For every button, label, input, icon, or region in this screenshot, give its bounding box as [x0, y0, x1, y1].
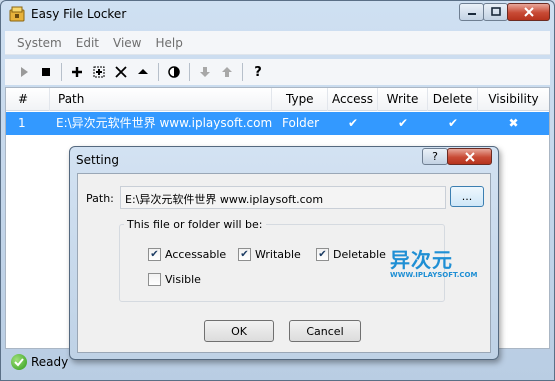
col-header-type[interactable]: Type — [272, 88, 328, 111]
checkbox-label: Writable — [255, 248, 301, 261]
cancel-button[interactable]: Cancel — [289, 320, 361, 342]
play-icon[interactable] — [13, 61, 35, 83]
move-down-icon[interactable] — [194, 61, 216, 83]
row-path: E:\异次元软件世界 www.iplaysoft.com — [56, 116, 272, 130]
dialog-title: Setting — [76, 153, 119, 167]
checkbox-box — [148, 273, 161, 286]
delete-icon[interactable] — [110, 61, 132, 83]
checkbox-box: ✔ — [238, 248, 251, 261]
dialog-body: Path: E:\异次元软件世界 www.iplaysoft.com ... T… — [77, 173, 491, 353]
deletable-checkbox[interactable]: ✔ Deletable — [316, 248, 386, 261]
close-button[interactable] — [507, 3, 550, 21]
menu-help[interactable]: Help — [155, 36, 182, 50]
setting-dialog: Setting ? Path: E:\异次元软件世界 www.iplaysoft… — [69, 146, 499, 360]
row-access: ✔ — [347, 116, 359, 130]
logo-text-en: WWW.IPLAYSOFT.COM — [390, 271, 478, 279]
contrast-icon[interactable] — [163, 61, 185, 83]
row-num: 1 — [18, 116, 26, 130]
eject-icon[interactable] — [132, 61, 154, 83]
col-header-delete[interactable]: Delete — [428, 88, 478, 111]
iplaysoft-logo: 异次元 WWW.IPLAYSOFT.COM — [390, 244, 477, 279]
row-delete: ✔ — [447, 116, 459, 130]
toolbar-separator — [242, 63, 243, 81]
checkbox-box: ✔ — [316, 248, 329, 261]
help-icon[interactable]: ? — [247, 61, 269, 83]
col-header-path[interactable]: Path — [50, 88, 272, 111]
move-up-icon[interactable] — [216, 61, 238, 83]
check-status-icon — [11, 354, 27, 370]
toolbar-separator — [158, 63, 159, 81]
row-visibility: ✖ — [508, 116, 519, 130]
list-header: # Path Type Access Write Delete Visibili… — [6, 88, 549, 111]
row-type: Folder — [282, 116, 320, 130]
table-row[interactable]: 1 E:\异次元软件世界 www.iplaysoft.com Folder ✔ … — [6, 112, 549, 135]
row-write: ✔ — [397, 116, 409, 130]
ok-button[interactable]: OK — [204, 320, 274, 342]
add-folder-icon[interactable] — [88, 61, 110, 83]
dialog-help-button[interactable]: ? — [422, 148, 448, 165]
add-icon[interactable] — [66, 61, 88, 83]
window-title: Easy File Locker — [31, 7, 127, 21]
accessable-checkbox[interactable]: ✔ Accessable — [148, 248, 226, 261]
group-label: This file or folder will be: — [124, 218, 266, 231]
browse-button[interactable]: ... — [450, 186, 484, 207]
dialog-close-button[interactable] — [447, 148, 492, 165]
path-label: Path: — [86, 192, 114, 205]
checkbox-label: Accessable — [165, 248, 227, 261]
col-header-visibility[interactable]: Visibility — [478, 88, 549, 111]
minimize-button[interactable] — [459, 3, 484, 21]
status-text: Ready — [31, 355, 69, 369]
title-bar[interactable]: Easy File Locker — [1, 1, 554, 28]
menu-view[interactable]: View — [113, 36, 141, 50]
logo-text-cn: 异次元 — [390, 248, 453, 272]
toolbar-separator — [189, 63, 190, 81]
toolbar-separator — [61, 63, 62, 81]
checkbox-label: Visible — [165, 273, 201, 286]
maximize-button[interactable] — [483, 3, 508, 21]
col-header-num[interactable]: # — [6, 88, 50, 111]
col-header-write[interactable]: Write — [378, 88, 428, 111]
visible-checkbox[interactable]: Visible — [148, 273, 201, 286]
checkbox-label: Deletable — [333, 248, 386, 261]
menu-edit[interactable]: Edit — [76, 36, 99, 50]
stop-icon[interactable] — [35, 61, 57, 83]
path-field[interactable]: E:\异次元软件世界 www.iplaysoft.com — [120, 186, 446, 209]
checkbox-box: ✔ — [148, 248, 161, 261]
menu-system[interactable]: System — [17, 36, 62, 50]
lock-app-icon — [9, 6, 25, 22]
menu-bar: System Edit View Help — [5, 31, 550, 55]
writable-checkbox[interactable]: ✔ Writable — [238, 248, 301, 261]
col-header-access[interactable]: Access — [328, 88, 378, 111]
toolbar: ? — [5, 59, 550, 85]
